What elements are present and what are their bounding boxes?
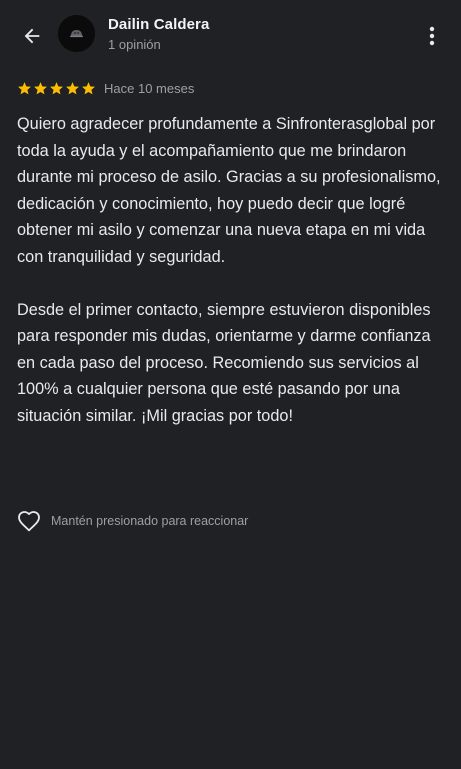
arrow-back-icon — [24, 28, 40, 44]
back-button[interactable] — [16, 20, 48, 52]
reviewer-name[interactable]: Dailin Caldera — [108, 16, 209, 33]
star-icon — [34, 81, 47, 94]
user-avatar-icon — [58, 15, 95, 52]
star-rating — [17, 81, 96, 96]
star-icon — [18, 81, 31, 94]
react-button[interactable]: Mantén presionado para reaccionar — [17, 510, 248, 532]
react-hint-label: Mantén presionado para reaccionar — [51, 514, 249, 528]
review-header: Dailin Caldera 1 opinión — [0, 0, 461, 72]
review-text: Quiero agradecer profundamente a Sinfron… — [17, 111, 447, 429]
review-date: Hace 10 meses — [104, 80, 195, 96]
more-options-button[interactable] — [420, 20, 444, 52]
reviewer-review-count: 1 opinión — [108, 37, 161, 52]
heart-outline-icon — [18, 511, 40, 532]
star-icon — [66, 81, 79, 94]
avatar[interactable] — [58, 15, 95, 52]
star-icon — [82, 81, 95, 94]
rating-row: Hace 10 meses — [17, 79, 194, 97]
more-vertical-icon — [429, 26, 435, 46]
review-paragraph-2: Desde el primer contacto, siempre estuvi… — [17, 300, 431, 425]
star-icon — [50, 81, 63, 94]
review-paragraph-1: Quiero agradecer profundamente a Sinfron… — [17, 115, 441, 266]
